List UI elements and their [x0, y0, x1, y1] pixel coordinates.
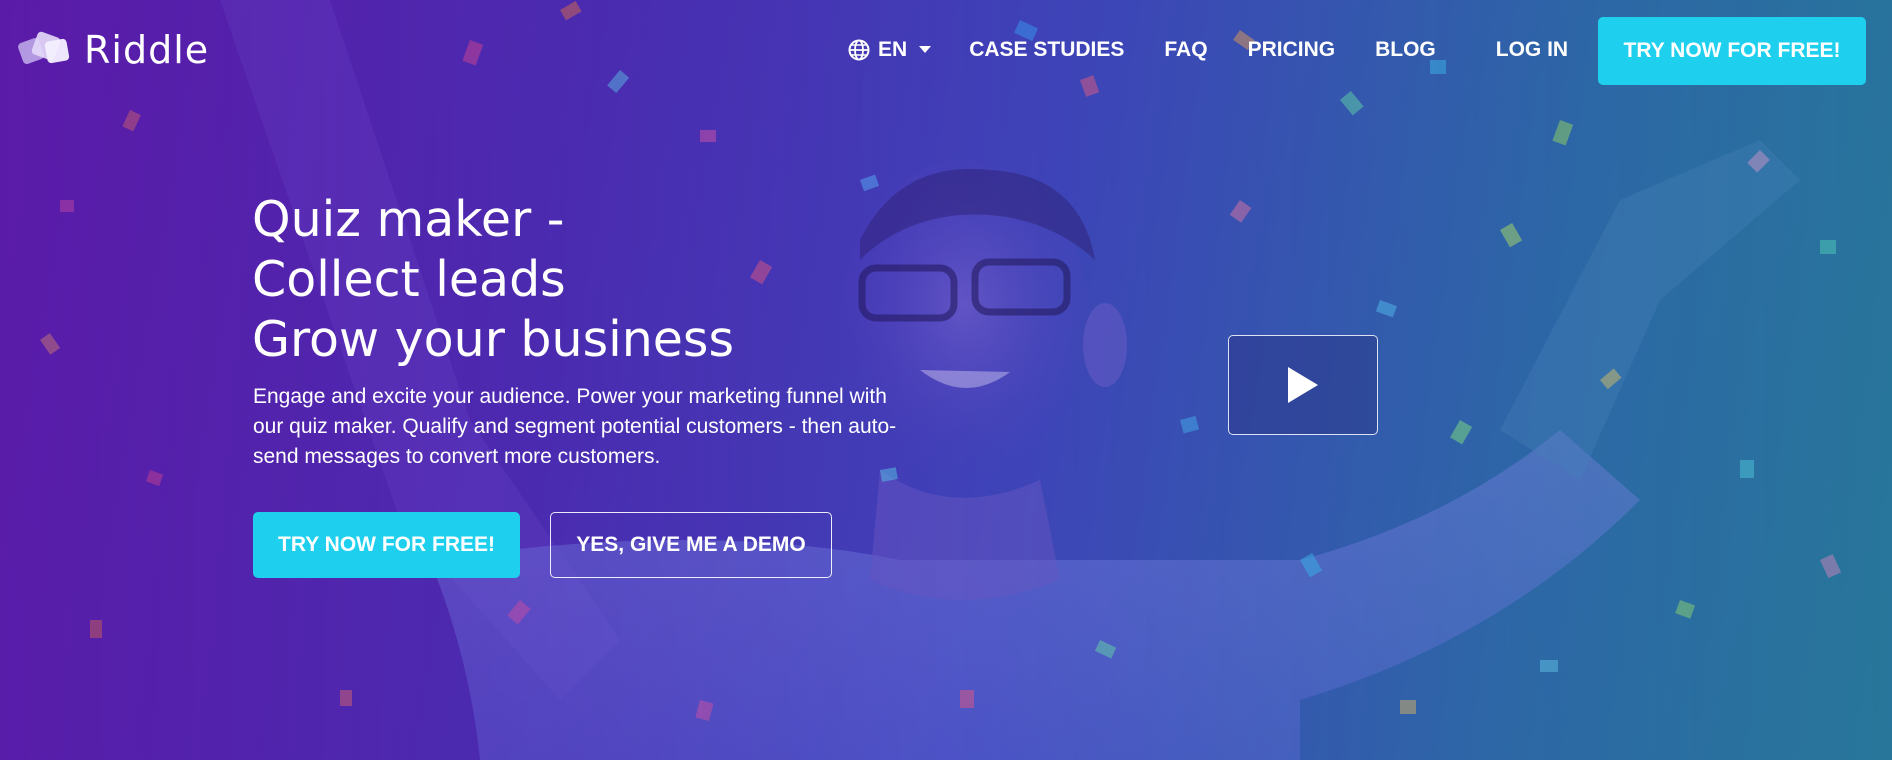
top-navigation: Riddle EN CASE STUDIES FAQ PRICING BLOG [0, 0, 1892, 100]
language-label: EN [878, 38, 908, 61]
nav-links: EN CASE STUDIES FAQ PRICING BLOG LOG IN [848, 30, 1598, 70]
try-now-button[interactable]: TRY NOW FOR FREE! [253, 512, 520, 578]
hero-description: Engage and excite your audience. Power y… [253, 385, 897, 468]
hero-headline: Quiz maker - Collect leads Grow your bus… [252, 190, 734, 370]
chevron-down-icon [919, 46, 932, 53]
language-selector[interactable]: EN [848, 38, 932, 62]
try-now-nav-button[interactable]: TRY NOW FOR FREE! [1598, 17, 1866, 85]
hero-section: Riddle EN CASE STUDIES FAQ PRICING BLOG [0, 0, 1892, 760]
nav-link-faq[interactable]: FAQ [1164, 38, 1207, 62]
brand-name: Riddle [84, 28, 210, 72]
nav-link-case-studies[interactable]: CASE STUDIES [969, 38, 1124, 62]
video-play-button[interactable] [1228, 335, 1378, 435]
color-overlay [0, 0, 1892, 760]
globe-icon [848, 39, 870, 61]
nav-link-blog[interactable]: BLOG [1375, 38, 1436, 62]
riddle-logo-icon [18, 31, 70, 64]
headline-line: Quiz maker - [252, 191, 565, 248]
riddle-logo[interactable]: Riddle [16, 28, 209, 72]
headline-line: Grow your business [252, 311, 734, 368]
headline-line: Collect leads [252, 251, 566, 308]
demo-button[interactable]: YES, GIVE ME A DEMO [550, 512, 832, 578]
login-link[interactable]: LOG IN [1496, 38, 1568, 62]
nav-link-pricing[interactable]: PRICING [1248, 38, 1336, 62]
play-icon [1288, 367, 1318, 403]
